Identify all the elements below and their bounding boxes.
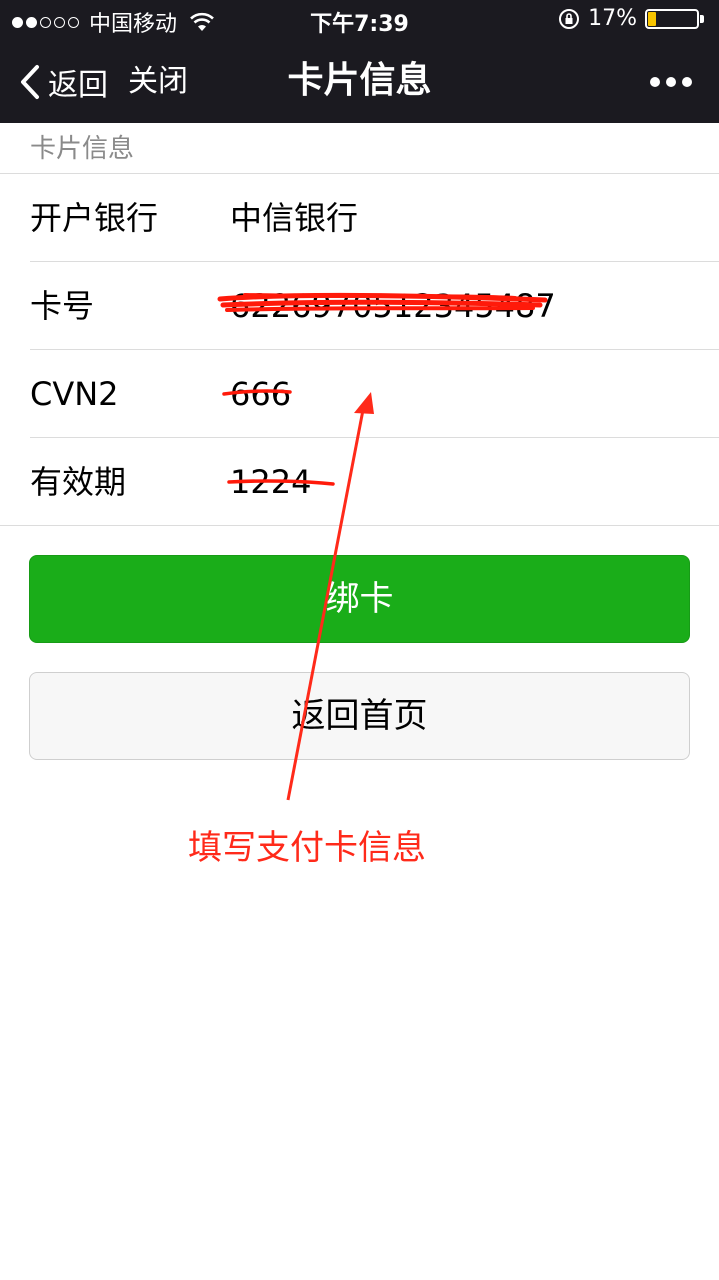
- form-row-expiry: 有效期 1224: [0, 438, 719, 526]
- expiry-value[interactable]: 1224: [230, 438, 311, 526]
- card-number-label: 卡号: [30, 287, 95, 325]
- battery-icon: [645, 8, 705, 30]
- page-title: 卡片信息: [287, 60, 432, 101]
- bank-label: 开户银行: [30, 199, 159, 237]
- status-right: 17%: [558, 6, 705, 31]
- rotation-lock-icon: [559, 8, 580, 29]
- cvn2-value[interactable]: 666: [230, 350, 291, 438]
- cvn2-label: CVN2: [30, 375, 119, 413]
- divider: [0, 525, 719, 526]
- more-dots-icon[interactable]: [649, 70, 693, 94]
- form-row-bank: 开户银行 中信银行: [0, 174, 719, 262]
- section-header: 卡片信息: [30, 134, 135, 164]
- bind-card-button[interactable]: 绑卡: [29, 555, 690, 643]
- card-number-value[interactable]: 6226970512345487: [230, 262, 556, 350]
- navigation-bar: 返回 关闭 卡片信息: [0, 40, 719, 123]
- status-bar: 中国移动 下午7:39 17%: [0, 0, 719, 40]
- expiry-label: 有效期: [30, 463, 127, 501]
- battery-percent: 17%: [588, 6, 637, 31]
- form-row-cvn2: CVN2 666: [0, 350, 719, 438]
- return-home-button[interactable]: 返回首页: [29, 672, 690, 760]
- form-row-card-number: 卡号 6226970512345487: [0, 262, 719, 350]
- bank-value[interactable]: 中信银行: [230, 174, 358, 262]
- annotation-text: 填写支付卡信息: [188, 828, 426, 868]
